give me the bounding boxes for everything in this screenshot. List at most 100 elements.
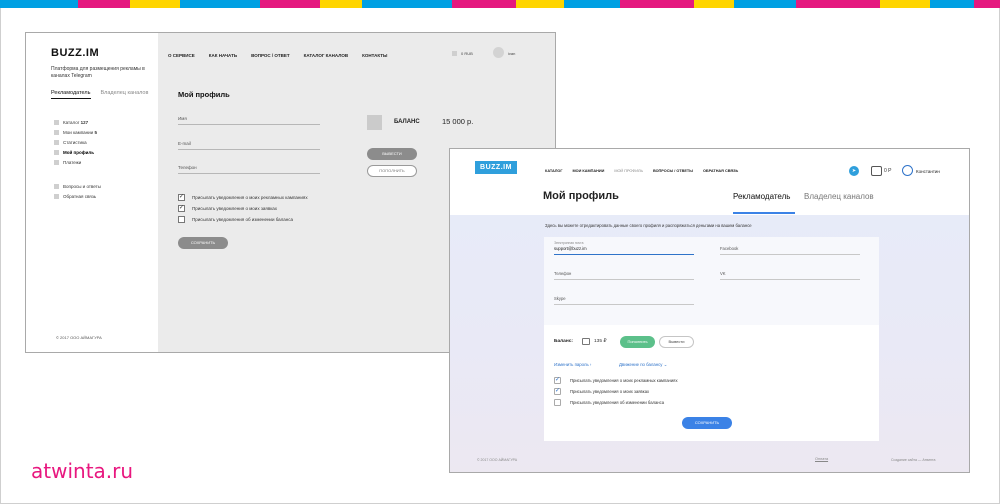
wireframe-topup-button[interactable]: ПОПОЛНИТЬ bbox=[367, 165, 417, 177]
checkbox-checked-icon[interactable]: ✓ bbox=[554, 388, 561, 395]
tab-channel-owner[interactable]: Владелец каналов bbox=[804, 192, 874, 201]
wireframe-menu: Каталог 127 Мои кампании 5 Статистика Мо… bbox=[54, 117, 97, 167]
skype-field[interactable]: Skype bbox=[554, 291, 694, 305]
wallet-icon[interactable] bbox=[871, 166, 882, 176]
wireframe-withdraw-button[interactable]: ВЫВЕСТИ bbox=[367, 148, 417, 160]
save-button[interactable]: СОХРАНИТЬ bbox=[682, 417, 732, 429]
stripe-segment bbox=[880, 0, 930, 8]
wireframe-menu-item-feedback[interactable]: Обратная связь bbox=[54, 191, 101, 201]
stripe-segment bbox=[320, 0, 362, 8]
check-balance[interactable]: Присылать уведомления об изменении балан… bbox=[554, 399, 664, 406]
phone-field[interactable]: Телефон bbox=[554, 266, 694, 280]
wireframe-menu-item-catalog[interactable]: Каталог 127 bbox=[54, 117, 97, 127]
stripe-segment bbox=[930, 0, 974, 8]
wireframe-check-campaigns[interactable]: ✓ Присылать уведомления о моих рекламных … bbox=[178, 194, 308, 201]
wireframe-menu-item-profile[interactable]: Мой профиль bbox=[54, 147, 97, 157]
top-nav: КАТАЛОГ МОИ КАМПАНИИ МОЙ ПРОФИЛЬ ВОПРОСЫ… bbox=[545, 169, 738, 173]
telegram-icon[interactable]: ➤ bbox=[849, 166, 859, 176]
wallet-icon bbox=[452, 51, 457, 56]
page-title: Мой профиль bbox=[543, 190, 619, 202]
nav-feedback[interactable]: ОБРАТНАЯ СВЯЗЬ bbox=[703, 169, 738, 173]
wireframe-phone-field[interactable]: Телефон bbox=[178, 164, 320, 174]
wireframe-save-button[interactable]: СОХРАНИТЬ bbox=[178, 237, 228, 249]
checkbox-checked-icon[interactable]: ✓ bbox=[178, 205, 185, 212]
menu-square-icon bbox=[54, 159, 59, 165]
footer-payment-link[interactable]: Оплата bbox=[815, 457, 828, 461]
wireframe-logo[interactable]: BUZZ.IM bbox=[51, 47, 99, 59]
user-icon[interactable] bbox=[902, 165, 913, 176]
wireframe-name-field[interactable]: Имя bbox=[178, 115, 320, 125]
footer-credits[interactable]: Создание сайта — Атвинта bbox=[891, 458, 935, 462]
nav-profile[interactable]: МОЙ ПРОФИЛЬ bbox=[614, 169, 643, 173]
stripe-segment bbox=[0, 0, 78, 8]
wireframe-check-requests[interactable]: ✓ Присылать уведомления о моих заявках bbox=[178, 205, 277, 212]
menu-square-icon bbox=[54, 183, 59, 189]
stripe-segment bbox=[516, 0, 564, 8]
nav-campaigns[interactable]: МОИ КАМПАНИИ bbox=[573, 169, 605, 173]
wallet-icon bbox=[582, 338, 590, 345]
buzz-logo[interactable]: BUZZ.IM bbox=[475, 161, 517, 174]
stripe-segment bbox=[796, 0, 880, 8]
check-requests[interactable]: ✓ Присылать уведомления о моих заявках bbox=[554, 388, 649, 395]
wireframe-nav-faq[interactable]: ВОПРОС / ОТВЕТ bbox=[251, 53, 290, 58]
wireframe-username[interactable]: ivan bbox=[508, 51, 515, 56]
check-campaigns[interactable]: ✓ Присылать уведомления о моих рекламных … bbox=[554, 377, 678, 384]
profile-card: Электронная почта support@buzz.im Телефо… bbox=[544, 237, 879, 441]
checkbox-checked-icon[interactable]: ✓ bbox=[554, 377, 561, 384]
avatar[interactable] bbox=[493, 47, 504, 58]
stripe-segment bbox=[694, 0, 734, 8]
wireframe-tab-advertiser[interactable]: Рекламодатель bbox=[51, 90, 91, 99]
menu-square-icon bbox=[54, 129, 59, 135]
wireframe-page-title: Мой профиль bbox=[178, 90, 230, 99]
wireframe-nav-about[interactable]: О СЕРВИСЕ bbox=[168, 53, 195, 58]
stripe-segment bbox=[452, 0, 516, 8]
wireframe-menu-secondary: Вопросы и ответы Обратная связь bbox=[54, 181, 101, 201]
stripe-segment bbox=[130, 0, 180, 8]
color-stripes bbox=[0, 0, 1000, 8]
wireframe-tagline: Платформа для размещения рекламы в канал… bbox=[51, 66, 145, 79]
withdraw-button[interactable]: Вывести bbox=[659, 336, 694, 348]
wireframe-nav-start[interactable]: КАК НАЧАТЬ bbox=[209, 53, 237, 58]
wireframe-menu-item-campaigns[interactable]: Мои кампании 5 bbox=[54, 127, 97, 137]
wireframe-tabs: Рекламодатель Владелец каналов bbox=[51, 90, 148, 99]
wireframe-menu-item-payments[interactable]: Платежи bbox=[54, 157, 97, 167]
active-tab-underline bbox=[733, 212, 795, 214]
brand-watermark: atwinta.ru bbox=[31, 459, 134, 483]
wireframe-balance-label: БАЛАНС bbox=[394, 119, 420, 125]
header-balance[interactable]: 0 Р bbox=[884, 168, 892, 174]
wireframe-tab-owner[interactable]: Владелец каналов bbox=[101, 90, 149, 99]
wireframe-nav-contacts[interactable]: КОНТАКТЫ bbox=[362, 53, 387, 58]
wireframe-email-field[interactable]: E-mail bbox=[178, 140, 320, 150]
facebook-field[interactable]: Facebook bbox=[720, 241, 860, 255]
nav-catalog[interactable]: КАТАЛОГ bbox=[545, 169, 563, 173]
vk-field[interactable]: VK bbox=[720, 266, 860, 280]
checkbox-empty-icon[interactable] bbox=[178, 216, 185, 223]
balance-value: 135 ₽ bbox=[594, 339, 607, 344]
stripe-segment bbox=[564, 0, 620, 8]
email-field[interactable]: Электронная почта support@buzz.im bbox=[554, 241, 694, 255]
change-password-link[interactable]: Изменить пароль › bbox=[554, 362, 591, 367]
tab-advertiser[interactable]: Рекламодатель bbox=[733, 192, 790, 201]
wireframe-menu-item-faq[interactable]: Вопросы и ответы bbox=[54, 181, 101, 191]
header-username[interactable]: Константин bbox=[916, 169, 940, 174]
checkbox-empty-icon[interactable] bbox=[554, 399, 561, 406]
stripe-segment bbox=[180, 0, 260, 8]
wireframe-balance-value: 15 000 р. bbox=[442, 117, 474, 126]
nav-faq[interactable]: ВОПРОСЫ / ОТВЕТЫ bbox=[653, 169, 693, 173]
wireframe-check-balance[interactable]: Присылать уведомления об изменении балан… bbox=[178, 216, 293, 223]
wireframe-copyright: © 2017 ООО АЙМАГУРА bbox=[56, 335, 102, 340]
balance-label: Баланс: bbox=[554, 339, 573, 344]
stripe-segment bbox=[260, 0, 320, 8]
design-screen: BUZZ.IM КАТАЛОГ МОИ КАМПАНИИ МОЙ ПРОФИЛЬ… bbox=[449, 148, 970, 473]
topup-button[interactable]: Пополнить bbox=[620, 336, 655, 348]
wireframe-nav-catalog[interactable]: КАТАЛОГ КАНАЛОВ bbox=[304, 53, 348, 58]
wireframe-currency[interactable]: 0 RUB bbox=[452, 51, 473, 56]
menu-square-icon bbox=[54, 193, 59, 199]
wireframe-menu-item-stats[interactable]: Статистика bbox=[54, 137, 97, 147]
stripe-segment bbox=[362, 0, 452, 8]
stripe-segment bbox=[620, 0, 694, 8]
balance-movement-link[interactable]: Движение по балансу ⌄ bbox=[619, 362, 667, 368]
stripe-segment bbox=[734, 0, 796, 8]
checkbox-checked-icon[interactable]: ✓ bbox=[178, 194, 185, 201]
intro-text: Здесь вы можете отредактировать данные с… bbox=[545, 223, 752, 228]
